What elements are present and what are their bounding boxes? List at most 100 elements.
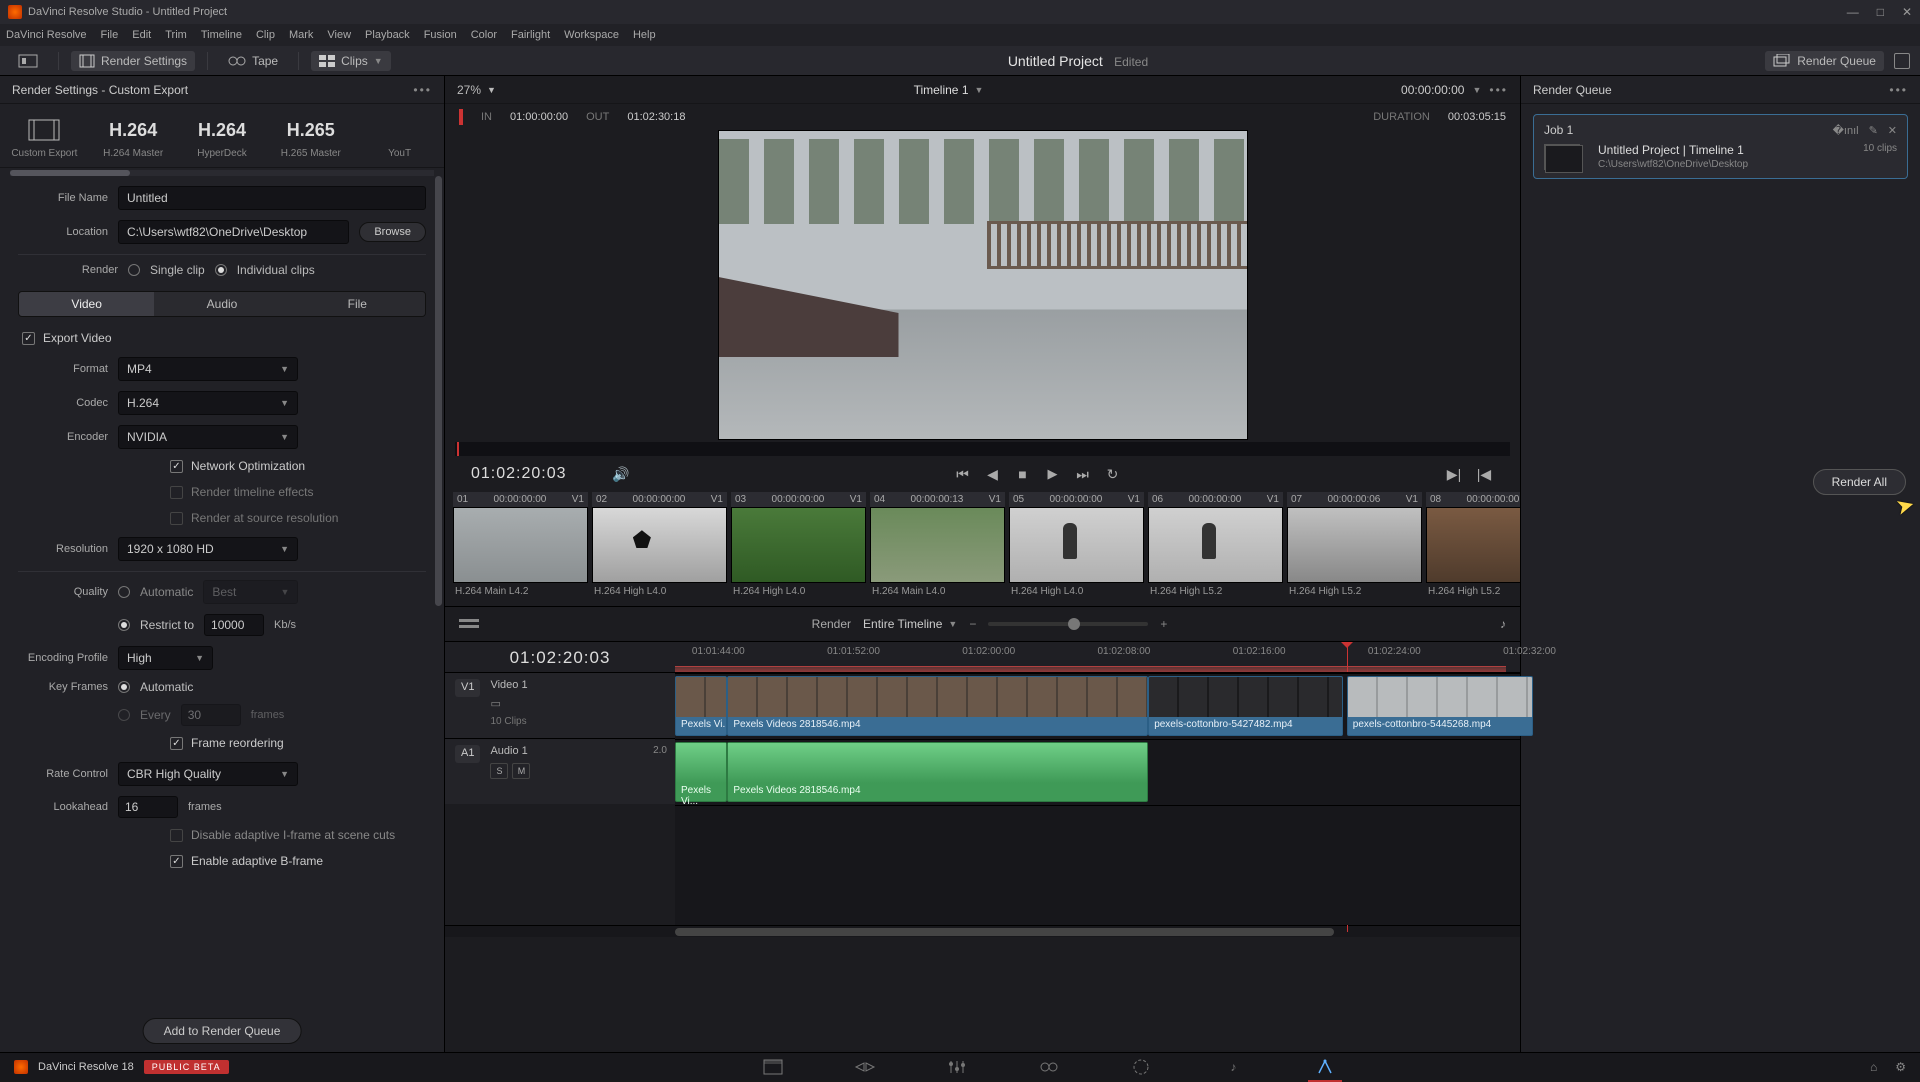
viewer-scrubber[interactable] (455, 442, 1510, 456)
menu-workspace[interactable]: Workspace (564, 29, 619, 41)
preset-yout[interactable]: YouT (355, 114, 444, 159)
clip-thumb-07[interactable]: 0700:00:00:06V1H.264 High L5.2 (1287, 492, 1422, 600)
timeline-playhead-tc[interactable]: 01:02:20:03 (445, 648, 675, 672)
render-settings-toggle[interactable]: Render Settings (71, 51, 195, 71)
quick-export-icon[interactable] (10, 51, 46, 71)
tape-toggle[interactable]: Tape (220, 51, 286, 71)
video-viewer[interactable] (718, 130, 1248, 440)
chevron-down-icon[interactable]: ▼ (487, 85, 496, 95)
tab-file[interactable]: File (290, 292, 425, 316)
timeline-ruler[interactable]: 01:01:44:0001:01:52:0001:02:00:0001:02:0… (675, 642, 1520, 672)
clip-thumb-05[interactable]: 0500:00:00:00V1H.264 High L4.0 (1009, 492, 1144, 600)
video-clip[interactable]: Pexels Vi... (675, 676, 727, 736)
queue-menu-icon[interactable]: ••• (1889, 83, 1908, 97)
job-remove-icon[interactable]: ✕ (1888, 124, 1897, 137)
clip-thumb-08[interactable]: 0800:00:00:00V1H.264 High L5.2 (1426, 492, 1520, 600)
keyframes-every-radio[interactable] (118, 709, 130, 721)
menu-file[interactable]: File (101, 29, 119, 41)
browse-button[interactable]: Browse (359, 222, 426, 242)
play-button[interactable]: ▶ (1043, 466, 1063, 482)
media-page-icon[interactable] (762, 1058, 784, 1076)
timeline-view-icon[interactable] (459, 617, 479, 631)
menu-clip[interactable]: Clip (256, 29, 275, 41)
workspace-layout-icon[interactable] (1894, 53, 1910, 69)
track-visibility-icon[interactable]: ▭ (490, 697, 527, 710)
fusion-page-icon[interactable] (1038, 1058, 1060, 1076)
cut-page-icon[interactable] (854, 1058, 876, 1076)
single-clip-radio[interactable] (128, 264, 140, 276)
prev-clip-button[interactable]: |◀ (1474, 466, 1494, 483)
menu-color[interactable]: Color (471, 29, 497, 41)
preset-h-264-master[interactable]: H.264H.264 Master (89, 114, 178, 159)
video-lane[interactable]: Pexels Vi... Pexels Videos 2818546.mp4 p… (675, 673, 1520, 739)
chevron-down-icon[interactable]: ▼ (975, 85, 984, 95)
tab-video[interactable]: Video (19, 292, 154, 316)
audio-lane[interactable]: Pexels Vi... Pexels Videos 2818546.mp4 (675, 739, 1520, 805)
audio-track-header[interactable]: A1 Audio 1 S M 2.0 (445, 738, 675, 804)
close-button[interactable]: ✕ (1902, 5, 1912, 19)
export-video-checkbox[interactable] (22, 332, 35, 345)
menu-davinci-resolve[interactable]: DaVinci Resolve (6, 29, 87, 41)
clips-toggle[interactable]: Clips ▼ (311, 51, 391, 71)
menu-timeline[interactable]: Timeline (201, 29, 242, 41)
audio-clip[interactable]: Pexels Videos 2818546.mp4 (727, 742, 1148, 802)
job-edit-icon[interactable]: ✎ (1869, 124, 1878, 137)
add-to-queue-button[interactable]: Add to Render Queue (143, 1018, 302, 1044)
menu-mark[interactable]: Mark (289, 29, 313, 41)
encoder-select[interactable]: NVIDIA▼ (118, 425, 298, 449)
enable-bframe-checkbox[interactable] (170, 855, 183, 868)
home-icon[interactable]: ⌂ (1870, 1060, 1877, 1074)
panel-menu-icon[interactable]: ••• (413, 83, 432, 97)
menu-playback[interactable]: Playback (365, 29, 410, 41)
solo-button[interactable]: S (490, 763, 508, 779)
lookahead-input[interactable] (118, 796, 178, 818)
render-all-button[interactable]: Render All (1813, 469, 1906, 495)
audio-track-icon[interactable]: ♪ (1500, 617, 1506, 631)
video-clip[interactable]: Pexels Videos 2818546.mp4 (727, 676, 1148, 736)
timeline-zoom-slider[interactable] (988, 622, 1148, 626)
preset-h-265-master[interactable]: H.265H.265 Master (266, 114, 355, 159)
timeline-name[interactable]: Timeline 1 (914, 83, 969, 97)
fairlight-page-icon[interactable]: ♪ (1222, 1058, 1244, 1076)
ratecontrol-select[interactable]: CBR High Quality▼ (118, 762, 298, 786)
zoom-out-button[interactable]: − (969, 617, 976, 631)
video-track-header[interactable]: V1 Video 1 ▭ 10 Clips (445, 672, 675, 738)
menu-view[interactable]: View (327, 29, 351, 41)
last-frame-button[interactable]: ⏭ (1073, 466, 1093, 483)
viewer-zoom-value[interactable]: 27% (457, 83, 481, 97)
resolution-select[interactable]: 1920 x 1080 HD▼ (118, 537, 298, 561)
file-name-input[interactable] (118, 186, 426, 210)
render-job-card[interactable]: Job 1 �ınıl ✎ ✕ Untitled Project | Timel… (1533, 114, 1908, 179)
color-page-icon[interactable] (1130, 1058, 1152, 1076)
clip-thumb-03[interactable]: 0300:00:00:00V1H.264 High L4.0 (731, 492, 866, 600)
timeline-h-scrollbar[interactable] (445, 925, 1520, 937)
menu-edit[interactable]: Edit (132, 29, 151, 41)
project-settings-icon[interactable]: ⚙ (1895, 1060, 1906, 1074)
menu-trim[interactable]: Trim (165, 29, 187, 41)
deliver-page-icon[interactable] (1314, 1058, 1336, 1076)
viewer-timecode[interactable]: 00:00:00:00 (1401, 83, 1464, 97)
chevron-down-icon[interactable]: ▼ (1472, 85, 1481, 95)
menu-fusion[interactable]: Fusion (424, 29, 457, 41)
mute-button[interactable]: M (512, 763, 530, 779)
stop-button[interactable]: ■ (1013, 466, 1033, 482)
viewer-menu-icon[interactable]: ••• (1489, 83, 1508, 97)
preset-custom-export[interactable]: Custom Export (0, 114, 89, 159)
preset-hyperdeck[interactable]: H.264HyperDeck (178, 114, 267, 159)
next-clip-button[interactable]: ▶| (1444, 466, 1464, 483)
mute-icon[interactable]: 🔊 (611, 466, 631, 483)
clip-thumb-01[interactable]: 0100:00:00:00V1H.264 Main L4.2 (453, 492, 588, 600)
step-back-button[interactable]: ◀ (983, 466, 1003, 483)
keyframes-auto-radio[interactable] (118, 681, 130, 693)
loop-button[interactable]: ↻ (1103, 466, 1123, 483)
format-select[interactable]: MP4▼ (118, 357, 298, 381)
render-fx-checkbox[interactable] (170, 486, 183, 499)
clip-thumb-02[interactable]: 0200:00:00:00V1H.264 High L4.0 (592, 492, 727, 600)
frame-reorder-checkbox[interactable] (170, 737, 183, 750)
quality-kbps-input[interactable] (204, 614, 264, 636)
render-queue-toggle[interactable]: Render Queue (1765, 51, 1884, 71)
tab-audio[interactable]: Audio (154, 292, 289, 316)
render-range-select[interactable]: Entire Timeline▼ (863, 617, 957, 631)
quality-auto-radio[interactable] (118, 586, 130, 598)
transport-timecode[interactable]: 01:02:20:03 (471, 465, 601, 483)
